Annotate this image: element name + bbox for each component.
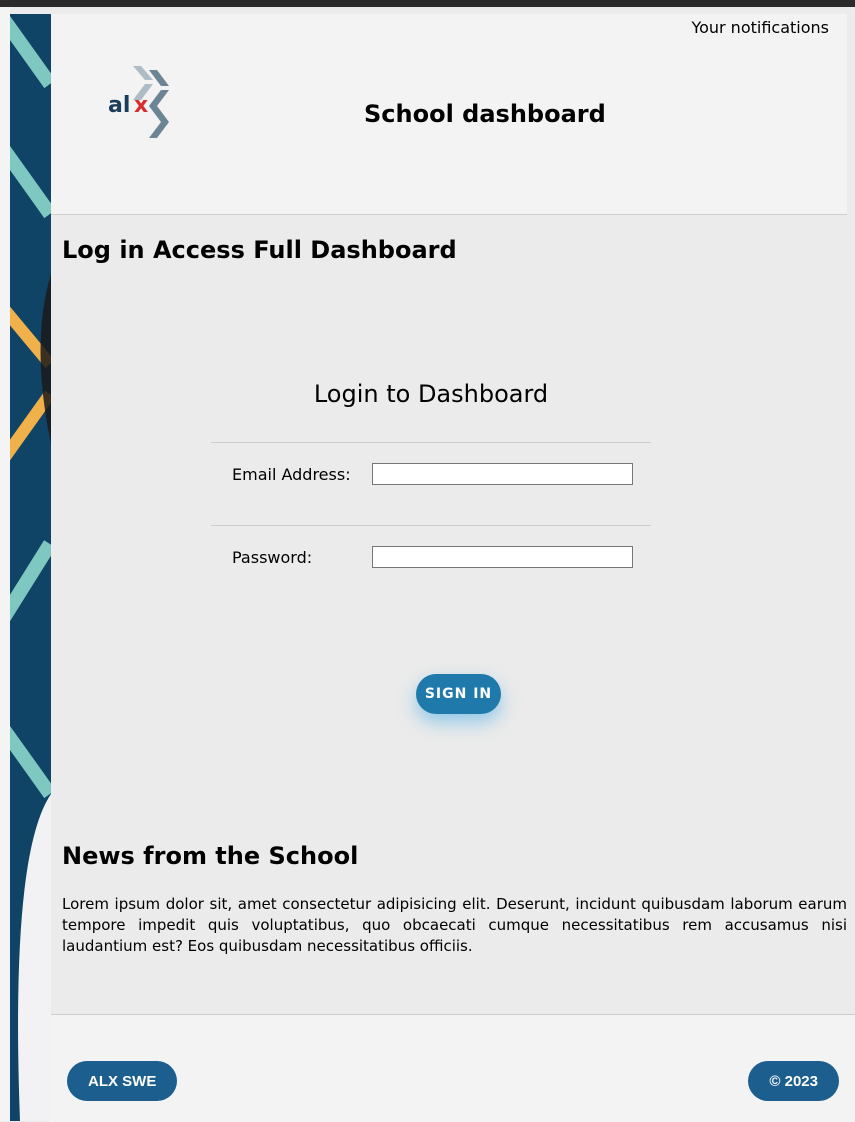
footer: ALX SWE © 2023 — [51, 1014, 855, 1122]
copyright-button[interactable]: © 2023 — [748, 1061, 839, 1101]
page-content: Your notifications al x School dashboard… — [51, 14, 855, 1122]
page-title: School dashboard — [364, 100, 606, 128]
email-field[interactable] — [372, 463, 633, 485]
email-row: Email Address: — [211, 442, 651, 525]
svg-text:al: al — [108, 93, 130, 118]
login-form: Login to Dashboard Email Address: Passwo… — [211, 380, 651, 608]
browser-top-bar — [0, 0, 855, 7]
notifications-link[interactable]: Your notifications — [691, 18, 829, 37]
sign-in-button[interactable]: SIGN IN — [416, 674, 501, 714]
svg-text:x: x — [134, 93, 148, 118]
left-margin — [0, 7, 10, 1121]
password-row: Password: — [211, 525, 651, 608]
password-label: Password: — [232, 548, 313, 567]
alx-swe-button[interactable]: ALX SWE — [67, 1061, 178, 1101]
side-decoration — [10, 14, 51, 1121]
alx-logo: al x — [107, 66, 177, 140]
header: Your notifications al x School dashboard — [51, 14, 847, 215]
news-body: Lorem ipsum dolor sit, amet consectetur … — [62, 895, 847, 955]
password-field[interactable] — [372, 546, 633, 568]
news-heading: News from the School — [62, 842, 359, 870]
email-label: Email Address: — [232, 465, 351, 484]
login-heading: Log in Access Full Dashboard — [62, 236, 457, 264]
login-form-title: Login to Dashboard — [313, 380, 549, 408]
